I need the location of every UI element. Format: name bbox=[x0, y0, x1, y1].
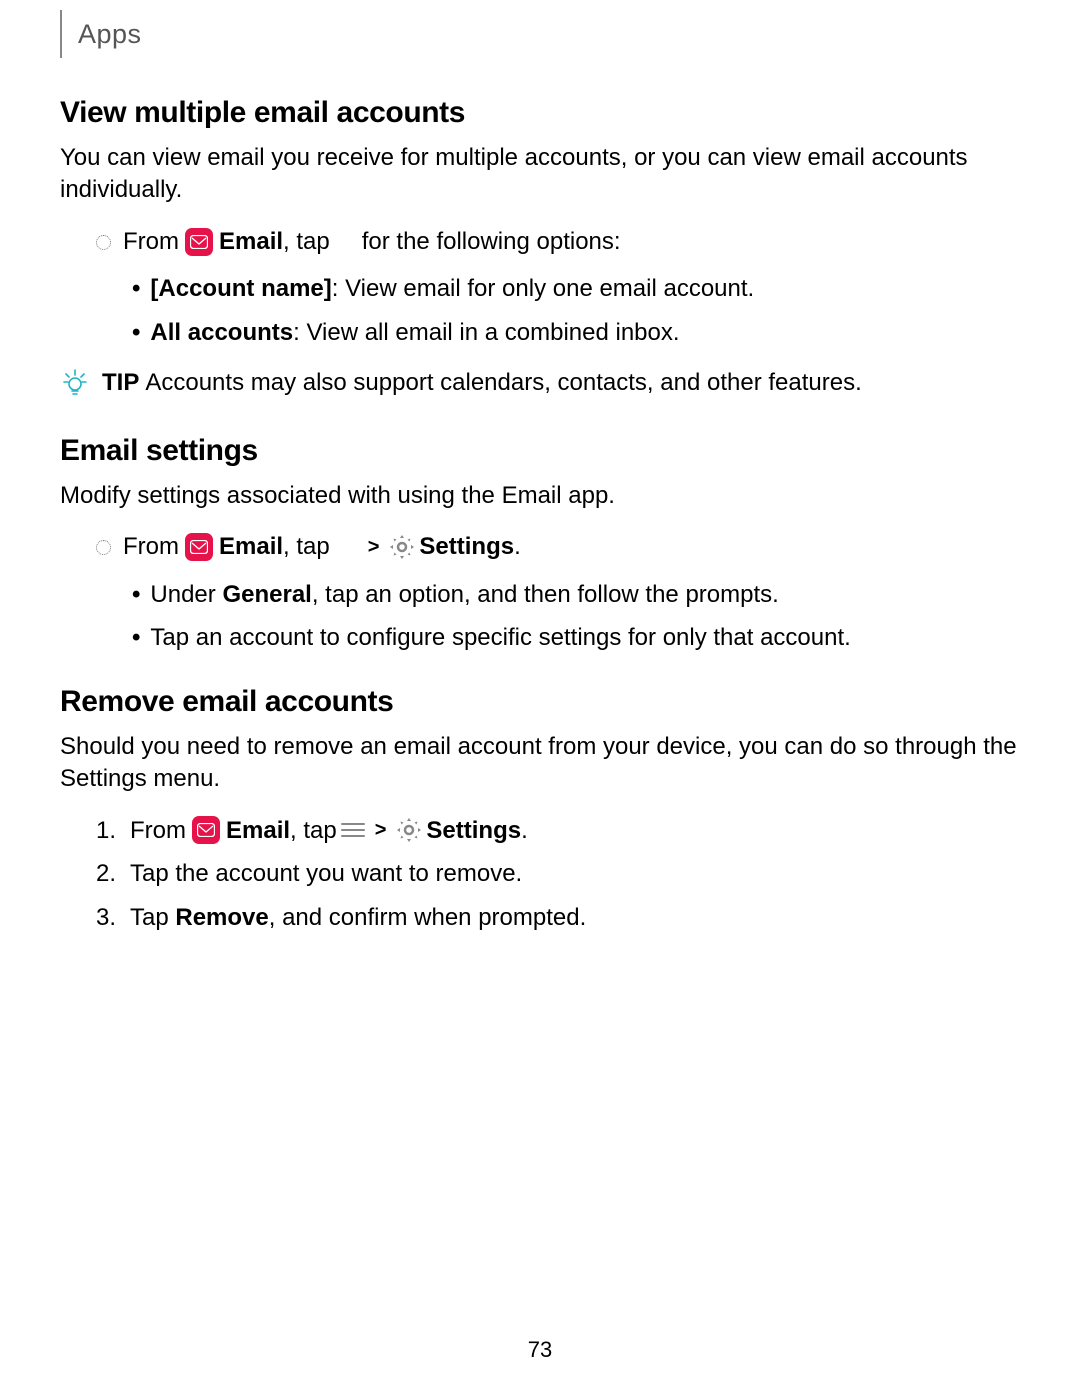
numbered-step: 1. From Email , tap > Settings. bbox=[96, 814, 1020, 848]
chevron-right-icon: > bbox=[368, 533, 380, 561]
bullet-item: • [Account name]: View email for only on… bbox=[132, 272, 1020, 306]
bullet-item: • All accounts: View all email in a comb… bbox=[132, 316, 1020, 350]
text: From bbox=[130, 814, 186, 848]
text: , tap bbox=[283, 530, 330, 564]
bullet-item: • Tap an account to configure specific s… bbox=[132, 621, 1020, 655]
bullet-item: • Under General, tap an option, and then… bbox=[132, 578, 1020, 612]
email-label: Email bbox=[226, 814, 290, 848]
section-intro: You can view email you receive for multi… bbox=[60, 142, 1020, 207]
step-text: Tap the account you want to remove. bbox=[130, 857, 522, 891]
text: . bbox=[514, 530, 521, 564]
hamburger-icon bbox=[341, 820, 365, 840]
settings-label: Settings bbox=[426, 814, 521, 848]
text: for the following options: bbox=[362, 225, 621, 259]
step-line: From Email , tap > Settings. bbox=[96, 530, 1020, 564]
text: , tap bbox=[283, 225, 330, 259]
hamburger-icon bbox=[334, 537, 358, 557]
page-number: 73 bbox=[0, 1337, 1080, 1363]
hamburger-icon bbox=[334, 232, 358, 252]
email-icon bbox=[185, 533, 213, 561]
step-number: 1. bbox=[96, 814, 122, 848]
section-view-multiple-accounts: View multiple email accounts You can vie… bbox=[60, 96, 1020, 398]
step-line: From Email , tap for the following optio… bbox=[96, 225, 1020, 259]
section-remove-accounts: Remove email accounts Should you need to… bbox=[60, 685, 1020, 935]
gear-icon bbox=[389, 534, 415, 560]
ring-bullet-icon bbox=[96, 235, 111, 250]
bullet-dot-icon: • bbox=[132, 316, 140, 350]
text: From bbox=[123, 225, 179, 259]
chevron-right-icon: > bbox=[375, 816, 387, 844]
text: . bbox=[521, 814, 528, 848]
step-text: Tap Remove, and confirm when prompted. bbox=[130, 901, 586, 935]
text: , tap bbox=[290, 814, 337, 848]
section-title: View multiple email accounts bbox=[60, 96, 1020, 130]
page-header: Apps bbox=[60, 10, 1020, 58]
step-number: 3. bbox=[96, 901, 122, 935]
email-icon bbox=[192, 816, 220, 844]
section-title: Remove email accounts bbox=[60, 685, 1020, 719]
email-icon bbox=[185, 228, 213, 256]
bullet-dot-icon: • bbox=[132, 272, 140, 306]
lightbulb-icon bbox=[60, 368, 90, 398]
section-intro: Modify settings associated with using th… bbox=[60, 480, 1020, 512]
section-email-settings: Email settings Modify settings associate… bbox=[60, 434, 1020, 655]
bullet-dot-icon: • bbox=[132, 578, 140, 612]
email-label: Email bbox=[219, 225, 283, 259]
settings-label: Settings bbox=[419, 530, 514, 564]
bullet-text: Under General, tap an option, and then f… bbox=[150, 578, 778, 612]
step-number: 2. bbox=[96, 857, 122, 891]
text: From bbox=[123, 530, 179, 564]
section-title: Email settings bbox=[60, 434, 1020, 468]
bullet-text: Tap an account to configure specific set… bbox=[150, 621, 850, 655]
tip-text: Accounts may also support calendars, con… bbox=[145, 369, 861, 397]
email-label: Email bbox=[219, 530, 283, 564]
bullet-text: [Account name]: View email for only one … bbox=[150, 272, 754, 306]
bullet-dot-icon: • bbox=[132, 621, 140, 655]
section-intro: Should you need to remove an email accou… bbox=[60, 731, 1020, 796]
numbered-step: 2. Tap the account you want to remove. bbox=[96, 857, 1020, 891]
tip-label: TIP bbox=[102, 369, 139, 397]
numbered-step: 3. Tap Remove, and confirm when prompted… bbox=[96, 901, 1020, 935]
ring-bullet-icon bbox=[96, 540, 111, 555]
bullet-text: All accounts: View all email in a combin… bbox=[150, 316, 679, 350]
tip-row: TIP Accounts may also support calendars,… bbox=[60, 368, 1020, 398]
gear-icon bbox=[396, 817, 422, 843]
breadcrumb: Apps bbox=[78, 19, 142, 50]
